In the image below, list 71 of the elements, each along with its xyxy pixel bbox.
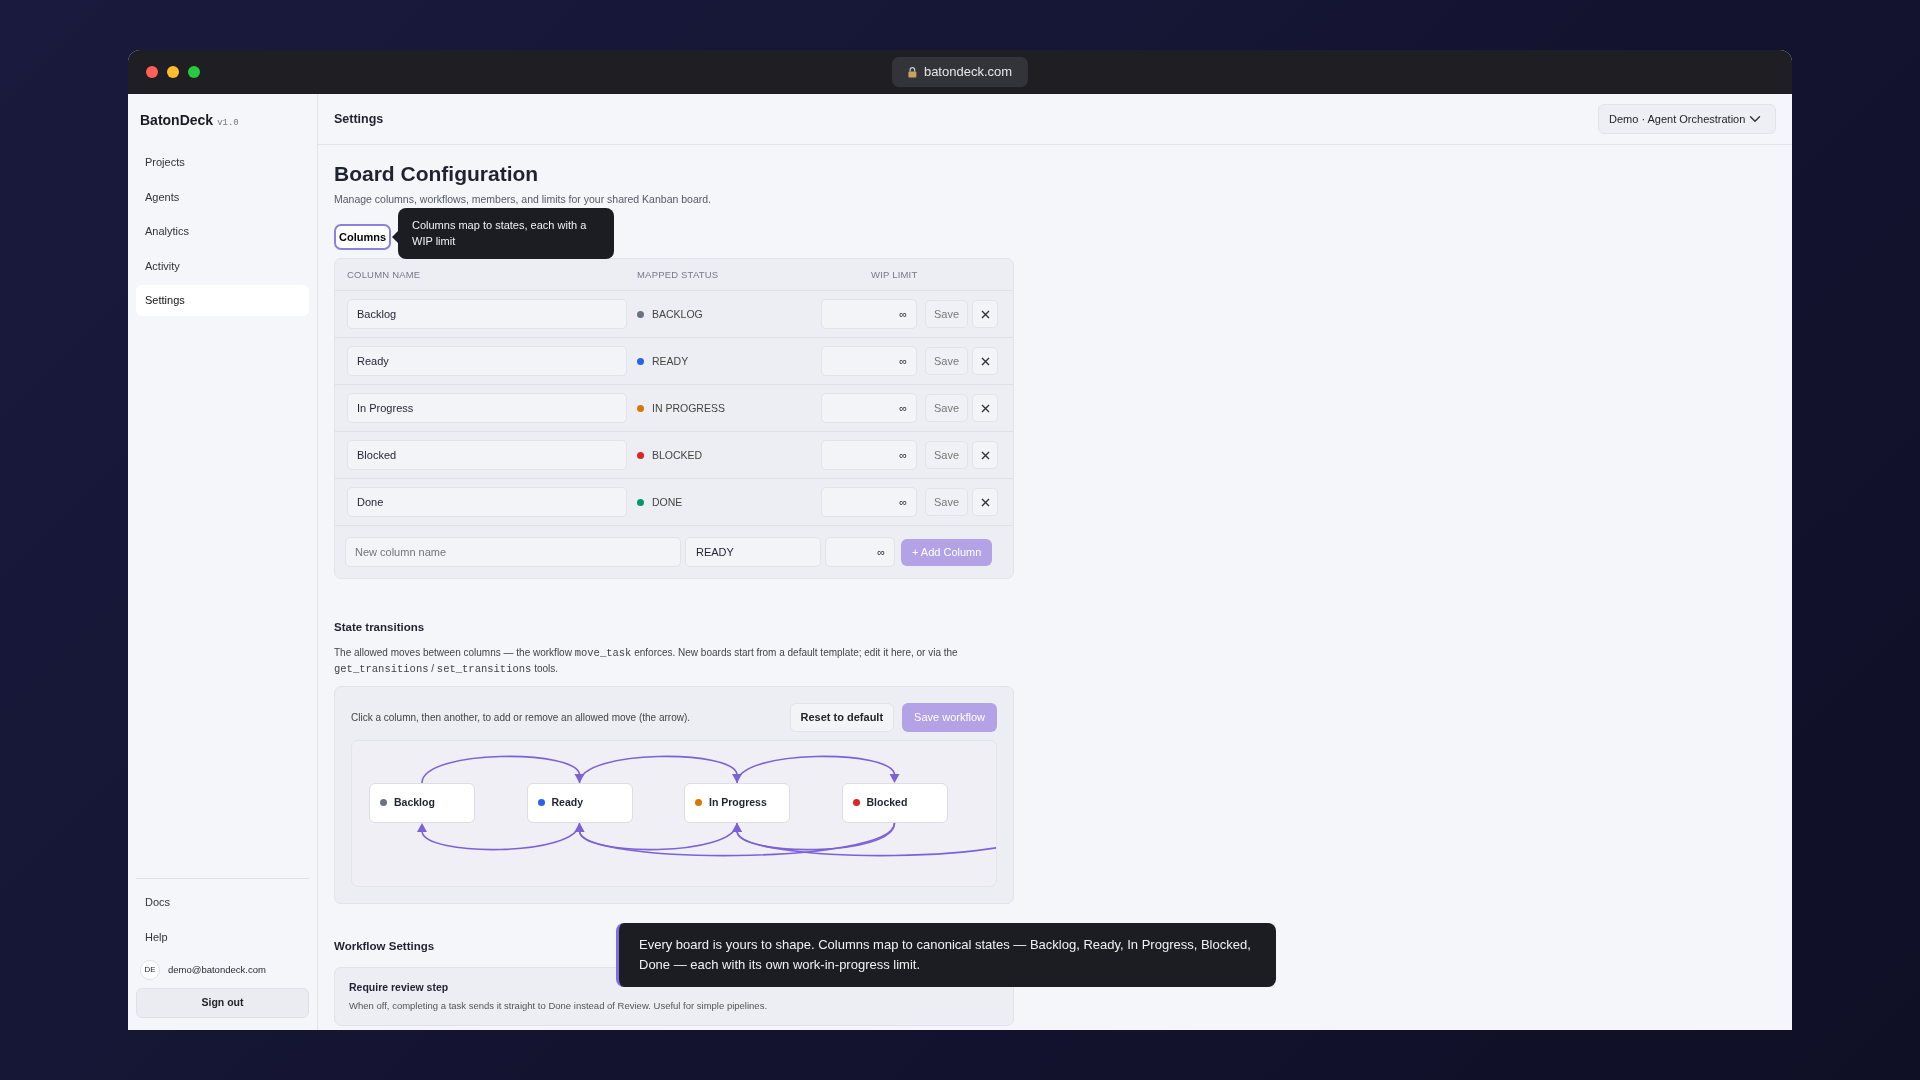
- nav-item[interactable]: Projects: [136, 147, 309, 178]
- close-icon: [980, 309, 990, 319]
- delete-button[interactable]: [972, 300, 999, 329]
- user-avatar: DE: [140, 960, 160, 981]
- status-label: BACKLOG: [652, 306, 703, 322]
- user-email: demo@batondeck.com: [168, 963, 266, 978]
- column-header: MAPPED STATUS: [637, 267, 720, 282]
- nav-item[interactable]: Settings: [136, 285, 309, 316]
- app-name: BatonDeck: [140, 111, 214, 130]
- setting-description: When off, completing a task sends it straight to Done instead of Review. Useful for simple pipelines.: [349, 998, 769, 1013]
- column-name-field[interactable]: Ready: [347, 346, 627, 377]
- nav-item[interactable]: Activity: [136, 250, 309, 281]
- hint-text: Click a column, then another, to add or remove an allowed move (the arrow).: [351, 711, 691, 726]
- wip-limit-field[interactable]: ∞: [821, 487, 917, 518]
- nav-item[interactable]: Agents: [136, 181, 309, 212]
- save-button[interactable]: Save: [925, 488, 969, 517]
- close-icon: [980, 356, 990, 366]
- close-window-button[interactable]: [146, 66, 158, 78]
- workflow-node[interactable]: Blocked: [841, 782, 948, 823]
- new-column-field[interactable]: New column name: [345, 537, 681, 568]
- wip-limit-field[interactable]: ∞: [821, 440, 917, 471]
- save-button[interactable]: Save: [925, 394, 969, 423]
- page-subtitle: Manage columns, workflows, members, and limits for your shared Kanban board.: [334, 192, 712, 208]
- column-name-field[interactable]: Done: [347, 487, 627, 518]
- minimize-window-button[interactable]: [167, 66, 179, 78]
- delete-button[interactable]: [972, 488, 999, 517]
- close-icon: [980, 450, 990, 460]
- column-name-field[interactable]: Blocked: [347, 440, 627, 471]
- workflow-node[interactable]: In Progress: [684, 782, 790, 823]
- workflow-node[interactable]: Backlog: [369, 782, 475, 823]
- nav-item[interactable]: Analytics: [136, 216, 309, 247]
- close-icon: [980, 403, 990, 413]
- columns-tab[interactable]: Columns: [334, 223, 392, 251]
- nav-link[interactable]: Help: [136, 921, 309, 953]
- nav-link[interactable]: Docs: [136, 887, 309, 918]
- section-title: State transitions: [334, 620, 425, 636]
- setting-title: Require review step: [349, 980, 450, 996]
- workflow-node[interactable]: Ready: [526, 782, 633, 823]
- address-bar[interactable]: batondeck.com: [891, 57, 1029, 87]
- tour-tooltip: Every board is yours to shape. Columns map to canonical states — Backlog, Ready, In Progress, Blocked, Done — each with its own work-in-progress limit.: [616, 923, 1276, 988]
- wip-limit-field[interactable]: ∞: [821, 299, 917, 330]
- reset-button[interactable]: Reset to default: [789, 703, 895, 732]
- status-label: DONE: [652, 494, 683, 510]
- section-title: Workflow Settings: [334, 938, 435, 954]
- section-description: The allowed moves between columns — the workflow move_task enforces. New boards start from a default template; edit it here, or via the get_transitions / set_transitions tools.: [334, 645, 959, 678]
- column-name-field[interactable]: In Progress: [347, 393, 627, 424]
- page-title: Board Configuration: [334, 161, 540, 187]
- sign-out-button[interactable]: Sign out: [136, 988, 309, 1018]
- column-header: WIP LIMIT: [871, 267, 918, 282]
- delete-button[interactable]: [972, 347, 999, 376]
- version-label: v1.0: [217, 117, 239, 130]
- tooltip: Columns map to states, each with a WIP limit: [398, 207, 614, 259]
- delete-button[interactable]: [972, 394, 999, 423]
- save-button[interactable]: Save: [925, 300, 969, 329]
- page-header-title: Settings: [334, 110, 384, 128]
- column-header: COLUMN NAME: [347, 267, 422, 282]
- save-button[interactable]: Save: [925, 347, 969, 376]
- save-button[interactable]: Save: [925, 441, 969, 470]
- wip-limit-field[interactable]: ∞: [821, 346, 917, 377]
- status-label: IN PROGRESS: [652, 400, 725, 416]
- delete-button[interactable]: [972, 441, 999, 470]
- column-name-field[interactable]: Backlog: [347, 299, 627, 330]
- lock-icon: [907, 66, 917, 78]
- wip-limit-field[interactable]: ∞: [821, 393, 917, 424]
- board-select[interactable]: Demo · Agent Orchestration: [1598, 103, 1776, 135]
- maximize-window-button[interactable]: [188, 66, 200, 78]
- close-icon: [980, 497, 990, 507]
- wip-limit-field[interactable]: ∞: [825, 537, 895, 568]
- status-select[interactable]: READY: [685, 537, 821, 568]
- status-label: READY: [652, 353, 689, 369]
- status-label: BLOCKED: [652, 447, 703, 463]
